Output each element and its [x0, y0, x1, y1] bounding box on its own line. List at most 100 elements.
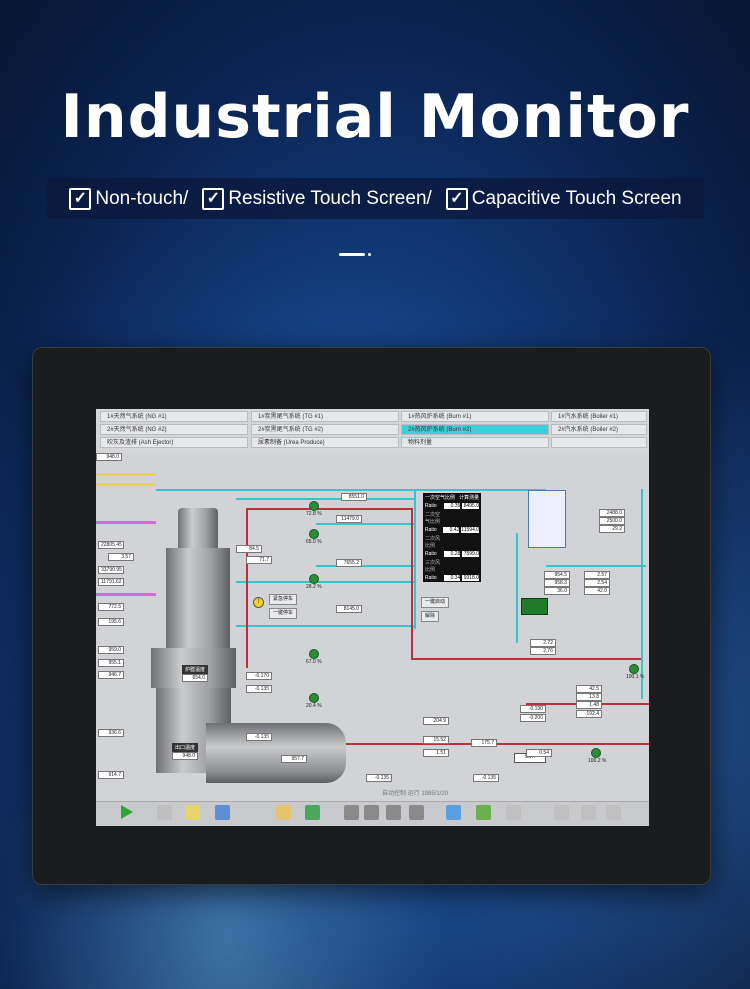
pipe-cyan	[236, 625, 416, 627]
system-tab[interactable]: 1#汽水系统 (Boiler #1)	[551, 411, 647, 422]
system-tab[interactable]: 1#炭黑尾气系统 (TG #1)	[251, 411, 399, 422]
process-value: -0.200	[520, 714, 546, 722]
process-value: -0.170	[246, 672, 272, 680]
doc-icon[interactable]	[276, 805, 291, 820]
process-value: -0.135	[246, 685, 272, 693]
prev-icon[interactable]	[344, 805, 359, 820]
system-tab[interactable]: 1#热风炉系统 (Burn #1)	[401, 411, 549, 422]
ratio-row: 二次风比例	[423, 534, 481, 550]
pipe-cyan	[316, 565, 416, 567]
ratio-table: 一次空气比例 计算测量 Ratio 0.35 8495.0 二次空气比例 Ratio 0.…	[423, 493, 481, 582]
pipe-cyan	[236, 581, 416, 583]
process-value: 42.5	[576, 685, 602, 693]
system-tab[interactable]: 2#汽水系统 (Boiler #2)	[551, 424, 647, 435]
percent-label: 67.0 %	[306, 659, 322, 665]
pipe-red	[411, 658, 641, 660]
process-value: 1.48	[576, 701, 602, 709]
ratio-rows: Ratio 0.35 8495.0 二次空气比例 Ratio 0.42 11594.0 二次风…	[423, 502, 481, 582]
down-icon[interactable]	[386, 805, 401, 820]
process-value: 2.54	[584, 579, 610, 587]
ratio-cell	[462, 535, 479, 549]
one-key-start-button[interactable]: 一键启动	[421, 597, 449, 608]
system-tab[interactable]: 2#热风炉系统 (Burn #2)	[401, 424, 549, 435]
play-icon[interactable]	[121, 805, 133, 819]
system-tab[interactable]: 吹灰及渣排 (Ash Ejector)	[100, 437, 248, 448]
process-value: 914.7	[98, 771, 124, 779]
chart-icon[interactable]	[215, 805, 230, 820]
process-value: 955.1	[98, 659, 124, 667]
reactor-body	[166, 548, 230, 648]
system-tab[interactable]: 物料剂量	[401, 437, 549, 448]
ratio-cell: 0.34	[443, 575, 461, 581]
alarm-icon[interactable]	[554, 805, 569, 820]
percent-label: 72.8 %	[306, 511, 322, 517]
status-text: 自动控制 运行 1985/1/20	[382, 791, 449, 797]
percent-label: 20.4 %	[306, 703, 322, 709]
process-value: 71.7	[246, 556, 272, 564]
print-icon[interactable]	[581, 805, 596, 820]
valve-icon[interactable]	[309, 574, 319, 584]
valve-icon[interactable]	[309, 501, 319, 511]
zoom-icon[interactable]	[476, 805, 491, 820]
furnace-temp-value: 654.0	[182, 674, 208, 682]
process-value: 84.5	[236, 545, 262, 553]
valve-icon[interactable]	[309, 529, 319, 539]
system-tab[interactable]	[551, 437, 647, 448]
ratio-cell: Ratio	[425, 503, 437, 509]
pipe-yellow	[96, 483, 156, 486]
ratio-row: Ratio 0.42 11594.0	[423, 526, 481, 534]
reactor-outlet-duct	[206, 723, 346, 783]
process-value: 2488.0	[599, 509, 625, 517]
pipe-red	[246, 508, 248, 668]
pipe-red	[411, 508, 413, 658]
valve-icon[interactable]	[309, 649, 319, 659]
ratio-cell: 0.28	[443, 551, 461, 557]
process-value: 3.57	[108, 553, 134, 561]
ratio-row: Ratio 0.35 8495.0	[423, 502, 481, 510]
feature-item: ✓ Non-touch/	[69, 187, 188, 210]
ratio-cell: 7599.0	[462, 551, 480, 557]
process-value: 192.4	[576, 710, 602, 718]
pipe-red	[246, 508, 411, 510]
valve-icon[interactable]	[309, 693, 319, 703]
emergency-stop-button[interactable]: 紧急停车	[269, 594, 297, 605]
report-icon[interactable]	[305, 805, 320, 820]
system-tab[interactable]: 1#天然气系统 (NG #1)	[100, 411, 248, 422]
percent-label: 28.2 %	[306, 584, 322, 590]
outlet-temp-value: 948.0	[172, 752, 198, 760]
ratio-cell: 9318.0	[462, 575, 480, 581]
release-button[interactable]: 解除	[421, 611, 439, 622]
refresh-icon[interactable]	[446, 805, 461, 820]
ratio-cell: 11594.0	[461, 527, 480, 533]
percent-label: 100.2 %	[588, 758, 607, 764]
one-key-stop-button[interactable]: 一键停车	[269, 608, 297, 619]
check-icon: ✓	[69, 187, 92, 210]
folder-icon[interactable]	[185, 805, 200, 820]
system-tab[interactable]: 2#炭黑尾气系统 (TG #2)	[251, 424, 399, 435]
wrench-icon[interactable]	[157, 805, 172, 820]
process-value: 0.54	[526, 749, 552, 757]
ratio-cell	[462, 511, 479, 525]
feature-item: ✓ Capacitive Touch Screen	[445, 187, 682, 210]
exit-icon[interactable]	[606, 805, 621, 820]
ratio-col-1: 一次空气比例	[425, 495, 456, 501]
process-diagram: 炉膛温度 654.0 出口温度 948.0 一次空气比例 计算测量 Ratio 0…	[96, 453, 649, 801]
process-value: 13.8	[576, 693, 602, 701]
hmi-screen: 1#天然气系统 (NG #1) 1#炭黑尾气系统 (TG #1) 1#热风炉系统 (…	[96, 409, 649, 826]
process-value: 958.3	[544, 579, 570, 587]
valve-icon[interactable]	[591, 748, 601, 758]
process-value: 29.2	[599, 525, 625, 533]
up-icon[interactable]	[364, 805, 379, 820]
valve-icon[interactable]	[629, 664, 639, 674]
process-value: -0.190	[520, 705, 546, 713]
system-tab[interactable]: 2#天然气系统 (NG #2)	[100, 424, 248, 435]
system-tab[interactable]: 尿素制备 (Urea Produce)	[251, 437, 399, 448]
process-value: 946.7	[98, 671, 124, 679]
next-icon[interactable]	[409, 805, 424, 820]
ratio-cell: Ratio	[425, 551, 437, 557]
process-value: 15.52	[423, 736, 449, 744]
pipe-cyan	[414, 489, 416, 629]
ratio-cell: 三次风比例	[425, 560, 441, 573]
graph-icon[interactable]	[506, 805, 521, 820]
page-title: Industrial Monitor	[60, 82, 690, 152]
